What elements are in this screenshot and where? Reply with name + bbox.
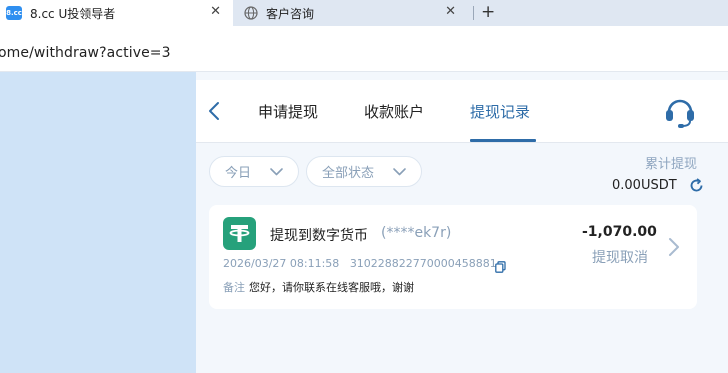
record-status: 提现取消 <box>592 250 648 266</box>
record-note: 备注 您好，请你联系在线客服哦，谢谢 <box>223 279 414 295</box>
date-filter-dropdown[interactable]: 今日 <box>209 156 299 187</box>
headset-icon[interactable] <box>664 95 696 129</box>
address-bar[interactable]: ome/withdraw?active=3 <box>0 26 728 71</box>
tab-title: 客户咨询 <box>266 6 315 21</box>
url-text[interactable]: ome/withdraw?active=3 <box>0 45 171 61</box>
back-icon[interactable] <box>208 100 220 127</box>
tab-title: 8.cc U投领导者 <box>30 6 116 21</box>
tab-close-icon[interactable]: ✕ <box>210 5 221 19</box>
chevron-right-icon[interactable] <box>667 236 681 258</box>
refresh-icon[interactable] <box>689 178 704 196</box>
status-filter-label: 全部状态 <box>322 166 375 181</box>
record-meta: 2026/03/27 08:11:58 31022882277000045888… <box>223 257 497 270</box>
record-note-label: 备注 <box>223 281 245 294</box>
withdraw-record-card[interactable]: 提现到数字货币 (****ek7r) -1,070.00 提现取消 2026/0… <box>209 205 697 309</box>
page-header: 申请提现 收款账户 提现记录 <box>196 80 728 143</box>
tether-icon <box>223 217 256 250</box>
browser-tab-bar: 8.cc 8.cc U投领导者 ✕ 客户咨询 ✕ + <box>0 0 728 26</box>
tab-close-icon[interactable]: ✕ <box>445 5 456 19</box>
record-amount: -1,070.00 <box>582 224 657 240</box>
tab-apply-withdraw[interactable]: 申请提现 <box>258 101 318 122</box>
copy-icon[interactable] <box>495 258 506 273</box>
browser-tab-support[interactable]: 客户咨询 ✕ <box>233 0 468 26</box>
cumulative-withdraw-label: 累计提现 <box>645 157 698 172</box>
page-background-left <box>0 72 196 373</box>
record-note-text: 您好，请你联系在线客服哦，谢谢 <box>249 281 414 294</box>
tab-payee-accounts[interactable]: 收款账户 <box>364 101 424 122</box>
active-tab-indicator <box>470 139 536 142</box>
record-title: 提现到数字货币 <box>270 228 368 244</box>
site-favicon-icon: 8.cc <box>6 6 22 20</box>
chevron-down-icon <box>269 164 284 179</box>
globe-icon <box>244 6 258 20</box>
new-tab-button[interactable]: + <box>481 2 495 22</box>
tab-withdraw-records[interactable]: 提现记录 <box>470 101 530 122</box>
record-datetime: 2026/03/27 08:11:58 <box>223 257 340 270</box>
browser-tab-active[interactable]: 8.cc 8.cc U投领导者 ✕ <box>0 0 233 26</box>
withdraw-panel: 申请提现 收款账户 提现记录 今日 全部状态 累计提现 0.00USDT 提现到… <box>196 72 728 373</box>
cumulative-withdraw-value: 0.00USDT <box>612 178 677 193</box>
status-filter-dropdown[interactable]: 全部状态 <box>306 156 422 187</box>
record-account-mask: (****ek7r) <box>381 225 452 241</box>
date-filter-label: 今日 <box>225 166 252 181</box>
chevron-down-icon <box>392 164 407 179</box>
record-order-id: 310228822770000458881 <box>349 257 497 270</box>
tab-divider <box>473 6 474 20</box>
